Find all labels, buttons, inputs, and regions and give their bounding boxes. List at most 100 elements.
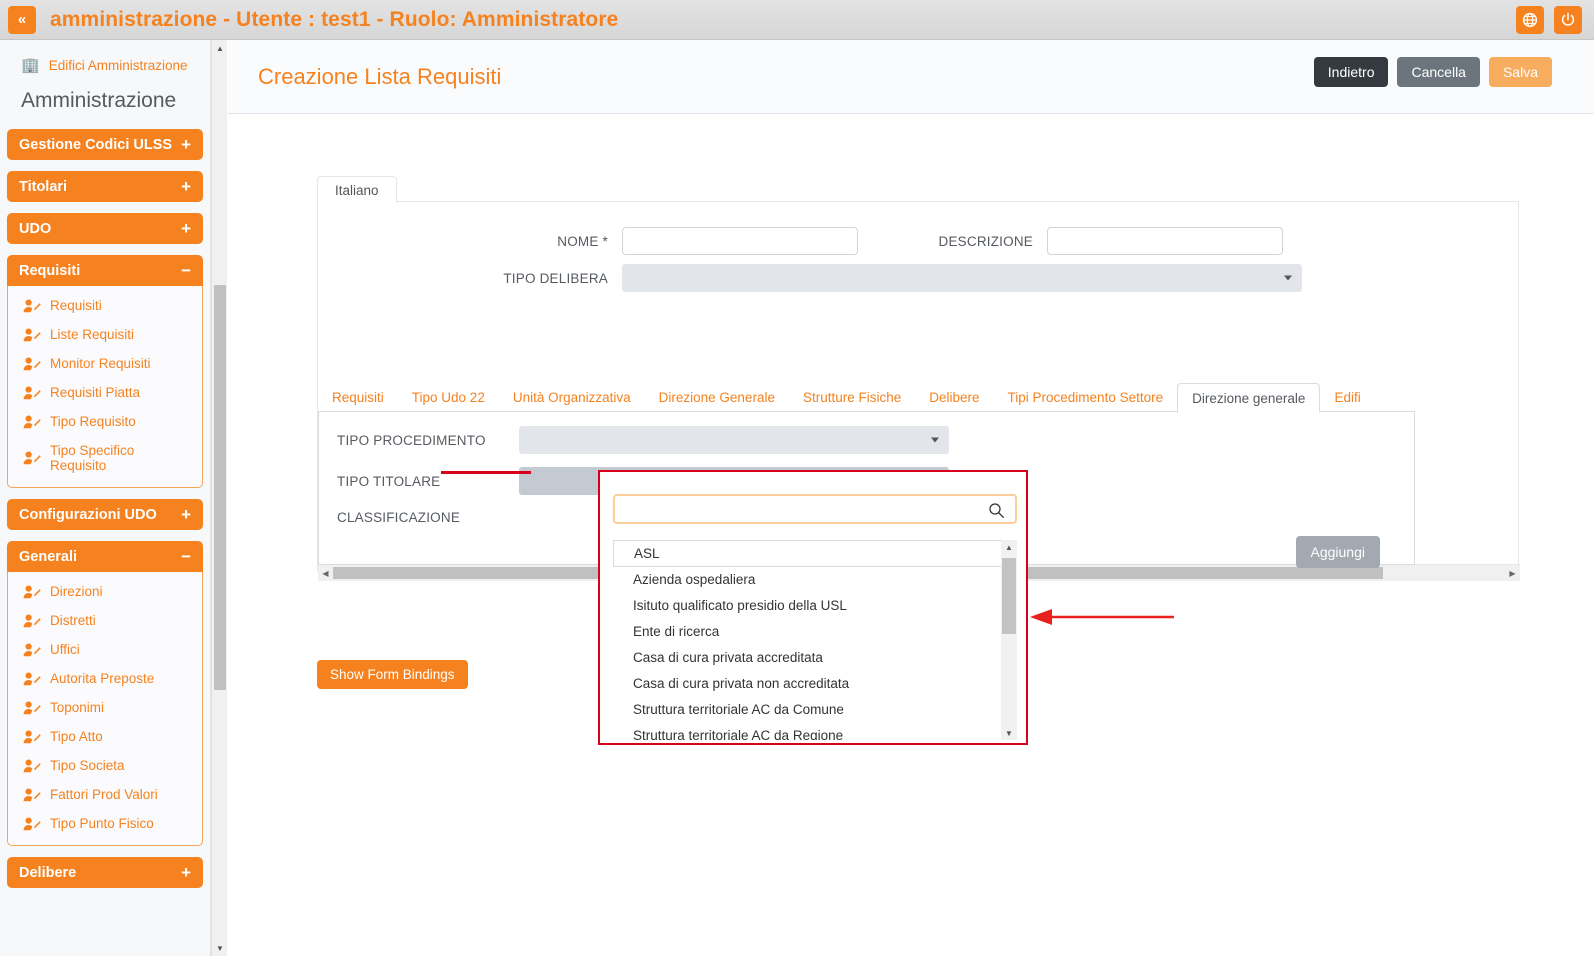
tab-edifi[interactable]: Edifi <box>1320 383 1374 413</box>
user-edit-icon <box>23 415 41 429</box>
scroll-up-arrow-icon[interactable]: ▲ <box>212 40 228 56</box>
plus-icon[interactable]: + <box>181 220 191 237</box>
user-edit-icon <box>23 585 41 599</box>
sidebar-item-label: Tipo Societa <box>50 758 125 773</box>
sidebar-item-toponimi[interactable]: Toponimi <box>8 693 202 722</box>
tab-strutture-fisiche[interactable]: Strutture Fisiche <box>789 383 915 413</box>
scroll-down-arrow-icon[interactable]: ▼ <box>212 940 228 956</box>
tipo-delibera-select[interactable] <box>622 264 1302 292</box>
sidebar-item-distretti[interactable]: Distretti <box>8 606 202 635</box>
sidebar-item-label: Uffici <box>50 642 80 657</box>
sidebar-item-liste-requisiti[interactable]: Liste Requisiti <box>8 320 202 349</box>
scroll-up-arrow-icon[interactable]: ▲ <box>1001 540 1017 554</box>
nome-input[interactable] <box>622 227 858 255</box>
tab-delibere[interactable]: Delibere <box>915 383 993 413</box>
sidebar-groups: Gestione Codici ULSS + Titolari + UDO + Requis… <box>7 129 203 888</box>
page-header: Creazione Lista Requisiti Indietro Cance… <box>228 40 1594 114</box>
sidebar-group-udo[interactable]: UDO + <box>7 213 203 244</box>
sidebar-group-titolari[interactable]: Titolari + <box>7 171 203 202</box>
tipo-procedimento-select[interactable] <box>519 426 949 454</box>
cancel-button[interactable]: Cancella <box>1397 57 1480 87</box>
page-title: Creazione Lista Requisiti <box>258 63 502 89</box>
sidebar-item-label: Toponimi <box>50 700 105 715</box>
sidebar-group-configurazioni-udo[interactable]: Configurazioni UDO + <box>7 499 203 530</box>
sidebar-item-uffici[interactable]: Uffici <box>8 635 202 664</box>
sidebar-item-fattori-prod-valori[interactable]: Fattori Prod Valori <box>8 780 202 809</box>
scroll-down-arrow-icon[interactable]: ▼ <box>1001 726 1017 740</box>
minus-icon[interactable]: − <box>181 262 191 279</box>
sidebar-item-monitor-requisiti[interactable]: Monitor Requisiti <box>8 349 202 378</box>
sidebar-item-label: Distretti <box>50 613 96 628</box>
dropdown-option[interactable]: Struttura territoriale AC da Regione <box>613 723 1017 740</box>
dropdown-option[interactable]: Casa di cura privata non accreditata <box>613 671 1017 697</box>
plus-icon[interactable]: + <box>181 178 191 195</box>
dropdown-scrollbar-thumb[interactable] <box>1002 558 1016 634</box>
sidebar-item-tipo-specifico-requisito[interactable]: Tipo Specifico Requisito <box>8 436 202 480</box>
field-classificazione: CLASSIFICAZIONE <box>337 510 507 525</box>
tab-tipo-udo-22[interactable]: Tipo Udo 22 <box>398 383 499 413</box>
dropdown-option[interactable]: Casa di cura privata accreditata <box>613 645 1017 671</box>
tab-direzione-generale[interactable]: Direzione generale <box>1177 383 1321 413</box>
dropdown-scrollbar[interactable]: ▲ ▼ <box>1001 540 1017 740</box>
back-button[interactable]: Indietro <box>1313 57 1389 87</box>
sidebar-group-label: Delibere <box>19 864 77 881</box>
sidebar-item-tipo-punto-fisico[interactable]: Tipo Punto Fisico <box>8 809 202 838</box>
sidebar-group-delibere[interactable]: Delibere + <box>7 857 203 888</box>
descrizione-input[interactable] <box>1047 227 1283 255</box>
sidebar-item-edifici-amministrazione[interactable]: 🏢 Edifici Amministrazione <box>7 40 203 83</box>
inner-tab-strip: Requisiti Tipo Udo 22 Unità Organizzativa D… <box>318 381 1520 413</box>
sidebar-scrollbar[interactable]: ▲ ▼ <box>211 40 227 956</box>
minus-icon[interactable]: − <box>181 548 191 565</box>
plus-icon[interactable]: + <box>181 864 191 881</box>
tipo-procedimento-label: TIPO PROCEDIMENTO <box>337 432 486 448</box>
save-button[interactable]: Salva <box>1488 57 1552 87</box>
dropdown-option[interactable]: Struttura territoriale AC da Comune <box>613 697 1017 723</box>
scroll-left-arrow-icon[interactable]: ◀ <box>318 565 333 581</box>
search-icon <box>988 502 1005 524</box>
plus-icon[interactable]: + <box>181 506 191 523</box>
scroll-right-arrow-icon[interactable]: ▶ <box>1505 565 1520 581</box>
show-form-bindings-button[interactable]: Show Form Bindings <box>317 660 468 689</box>
tipo-procedimento-value <box>519 433 529 439</box>
sidebar-collapse-button[interactable]: « <box>8 5 36 34</box>
sidebar-group-requisiti[interactable]: Requisiti − <box>7 255 203 286</box>
sidebar-scrollbar-thumb[interactable] <box>214 285 226 690</box>
dropdown-option[interactable]: Isituto qualificato presidio della USL <box>613 593 1017 619</box>
tab-italiano[interactable]: Italiano <box>317 176 397 203</box>
sidebar-item-tipo-societa[interactable]: Tipo Societa <box>8 751 202 780</box>
sidebar-group-generali[interactable]: Generali − <box>7 541 203 572</box>
dropdown-option[interactable]: Azienda ospedaliera <box>613 567 1017 593</box>
sidebar-item-tipo-atto[interactable]: Tipo Atto <box>8 722 202 751</box>
sidebar-item-autorita-preposte[interactable]: Autorita Preposte <box>8 664 202 693</box>
tipo-titolare-dropdown: ASL Azienda ospedaliera Isituto qualificat… <box>598 470 1028 745</box>
sidebar-item-label: Autorita Preposte <box>50 671 155 686</box>
sidebar-item-direzioni[interactable]: Direzioni <box>8 577 202 606</box>
user-edit-icon <box>23 730 41 744</box>
language-button[interactable] <box>1516 5 1544 34</box>
power-icon <box>1560 12 1576 28</box>
field-tipo-procedimento: TIPO PROCEDIMENTO <box>337 426 949 454</box>
add-button[interactable]: Aggiungi <box>1295 536 1380 568</box>
tab-unità-organizzativa[interactable]: Unità Organizzativa <box>499 383 645 413</box>
sidebar-group-label: Gestione Codici ULSS <box>19 136 173 153</box>
logout-button[interactable] <box>1554 5 1582 34</box>
user-edit-icon <box>23 788 41 802</box>
plus-icon[interactable]: + <box>181 136 191 153</box>
tab-requisiti[interactable]: Requisiti <box>318 383 398 413</box>
sidebar-item-label: Fattori Prod Valori <box>50 787 158 802</box>
tab-direzione-generale[interactable]: Direzione Generale <box>645 383 789 413</box>
sidebar-group-gestione-codici-ulss[interactable]: Gestione Codici ULSS + <box>7 129 203 160</box>
dropdown-option-list[interactable]: ASL Azienda ospedaliera Isituto qualificat… <box>613 540 1017 740</box>
user-edit-icon <box>23 643 41 657</box>
tab-tipi-procedimento-settore[interactable]: Tipi Procedimento Settore <box>994 383 1178 413</box>
dropdown-option[interactable]: ASL <box>613 540 1017 567</box>
sidebar-item-requisiti[interactable]: Requisiti <box>8 291 202 320</box>
dropdown-search-box[interactable] <box>613 494 1017 524</box>
page-action-buttons: Indietro Cancella Salva <box>1313 57 1552 87</box>
user-edit-icon <box>23 759 41 773</box>
sidebar-item-tipo-requisito[interactable]: Tipo Requisito <box>8 407 202 436</box>
sidebar-item-requisiti-piatta[interactable]: Requisiti Piatta <box>8 378 202 407</box>
dropdown-search-input[interactable] <box>623 496 978 522</box>
user-edit-icon <box>23 386 41 400</box>
dropdown-option[interactable]: Ente di ricerca <box>613 619 1017 645</box>
